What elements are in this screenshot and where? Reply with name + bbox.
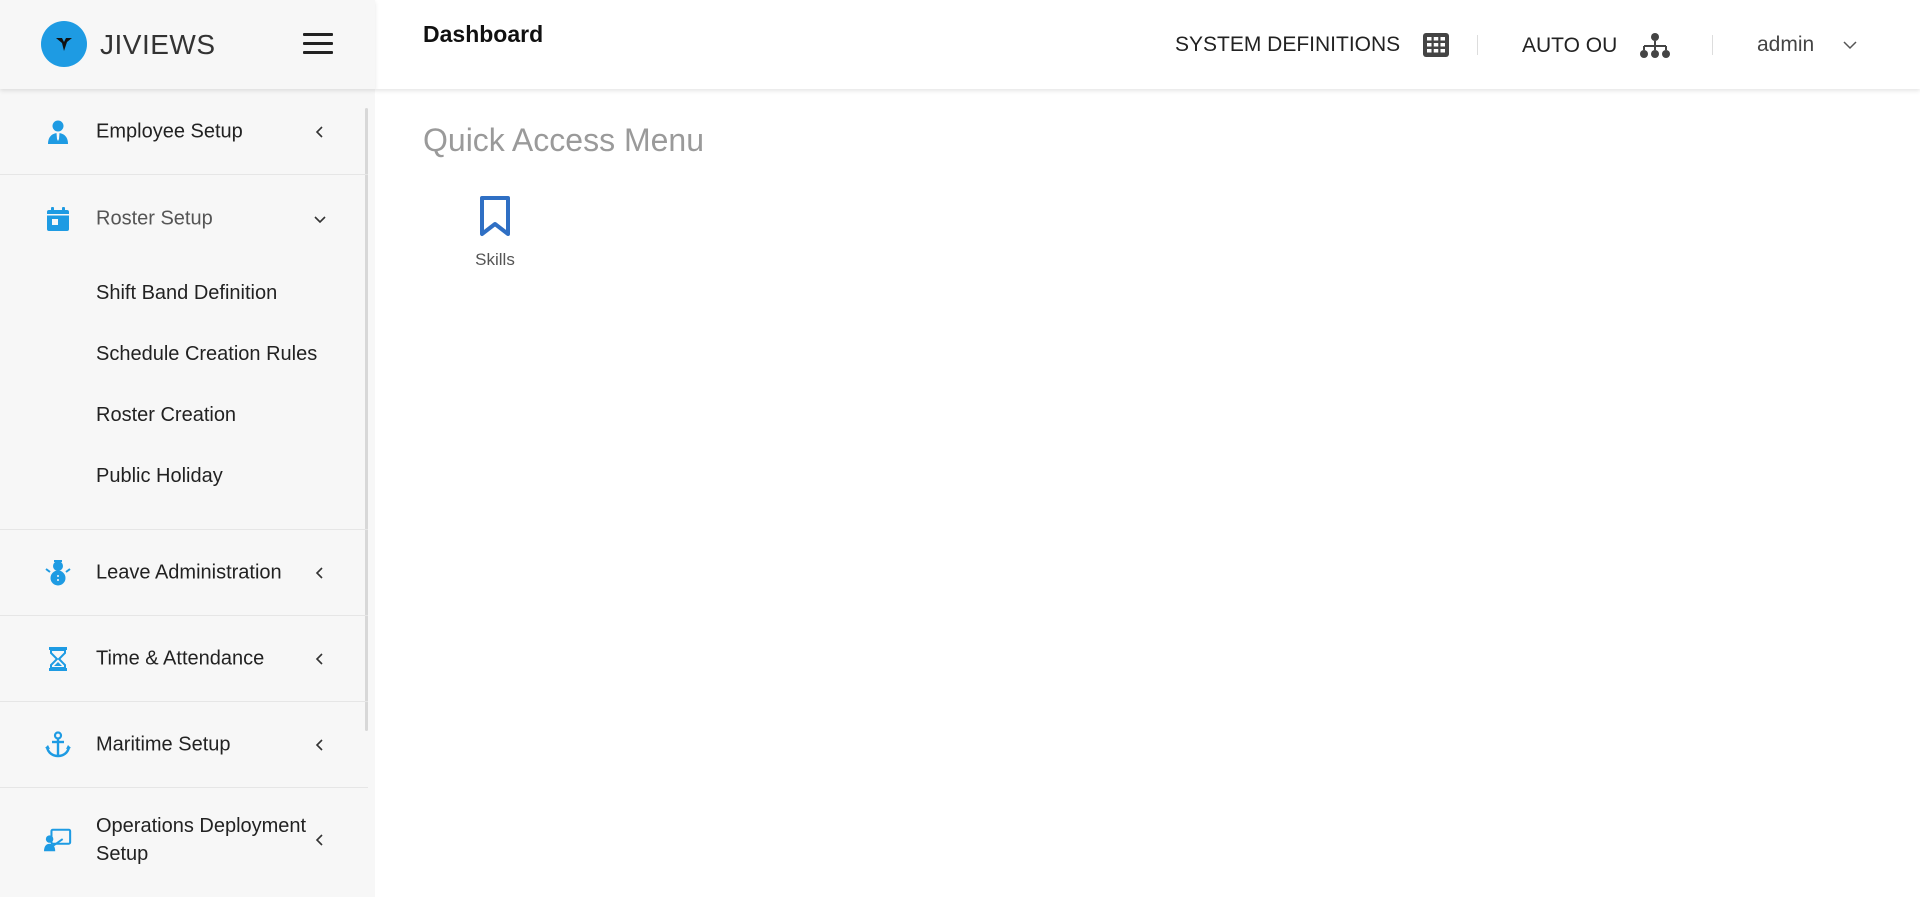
menu-toggle-icon[interactable] [303, 33, 333, 55]
anchor-icon [44, 730, 72, 759]
system-definitions-label: SYSTEM DEFINITIONS [1175, 33, 1401, 56]
sidebar-item-label: Roster Setup [96, 207, 213, 230]
hourglass-icon [44, 645, 72, 673]
system-definitions-link[interactable]: SYSTEM DEFINITIONS [1175, 32, 1450, 58]
sidebar-subitem-shift-band-definition[interactable]: Shift Band Definition [0, 263, 368, 324]
sidebar-item-label: Operations Deployment Setup [96, 815, 307, 865]
chevron-left-icon [313, 566, 327, 580]
sidebar-item-time-attendance[interactable]: Time & Attendance [0, 616, 368, 702]
brand-name: JIVIEWS [100, 29, 216, 60]
user-menu[interactable]: admin [1757, 33, 1858, 57]
bookmark-icon [479, 195, 511, 242]
quick-access-tile-label: Skills [475, 250, 515, 269]
snowman-icon [44, 559, 72, 587]
main-content: Quick Access Menu Skills [375, 89, 1920, 897]
header-divider [1477, 35, 1478, 55]
sidebar-subitem-public-holiday[interactable]: Public Holiday [0, 446, 368, 507]
grid-icon [1422, 32, 1450, 58]
header-divider [1712, 35, 1713, 55]
sidebar-item-leave-administration[interactable]: Leave Administration [0, 530, 368, 616]
chevron-left-icon [313, 738, 327, 752]
sidebar-item-label: Leave Administration [96, 561, 282, 583]
chevron-left-icon [313, 125, 327, 139]
sidebar-item-label: Time & Attendance [96, 647, 265, 669]
sidebar-item-label: Maritime Setup [96, 733, 231, 755]
chevron-down-icon [313, 212, 327, 226]
quick-access-tile-skills[interactable]: Skills [445, 195, 545, 270]
chevron-left-icon [313, 833, 327, 847]
chevron-left-icon [313, 652, 327, 666]
sidebar-subitem-roster-creation[interactable]: Roster Creation [0, 385, 368, 446]
jiviews-logo-icon[interactable] [41, 21, 87, 67]
presentation-icon [44, 826, 72, 854]
brand-bar: JIVIEWS [0, 0, 375, 89]
sidebar-item-employee-setup[interactable]: Employee Setup [0, 89, 368, 175]
top-header: Dashboard SYSTEM DEFINITIONS AUTO OU adm… [375, 0, 1920, 89]
quick-access-title: Quick Access Menu [423, 122, 704, 158]
org-chart-icon [1639, 32, 1671, 60]
sidebar-item-maritime-setup[interactable]: Maritime Setup [0, 702, 368, 788]
username-label: admin [1757, 33, 1815, 56]
sidebar-item-label: Employee Setup [96, 120, 243, 142]
chevron-down-icon [1842, 40, 1858, 50]
page-title: Dashboard [423, 21, 544, 47]
employee-icon [44, 118, 72, 146]
sidebar: JIVIEWS Employee Setup Roster Setup Shif… [0, 0, 375, 897]
sidebar-menu: Employee Setup Roster Setup Shift Band D… [0, 89, 368, 892]
sidebar-item-operations-deployment-setup[interactable]: Operations Deployment Setup [0, 788, 368, 892]
calendar-icon [44, 205, 72, 233]
roster-setup-submenu: Shift Band Definition Schedule Creation … [0, 263, 368, 530]
auto-ou-label: AUTO OU [1522, 34, 1618, 57]
sidebar-subitem-schedule-creation-rules[interactable]: Schedule Creation Rules [0, 324, 368, 385]
auto-ou-link[interactable]: AUTO OU [1522, 32, 1671, 60]
sidebar-item-roster-setup[interactable]: Roster Setup [0, 175, 368, 263]
